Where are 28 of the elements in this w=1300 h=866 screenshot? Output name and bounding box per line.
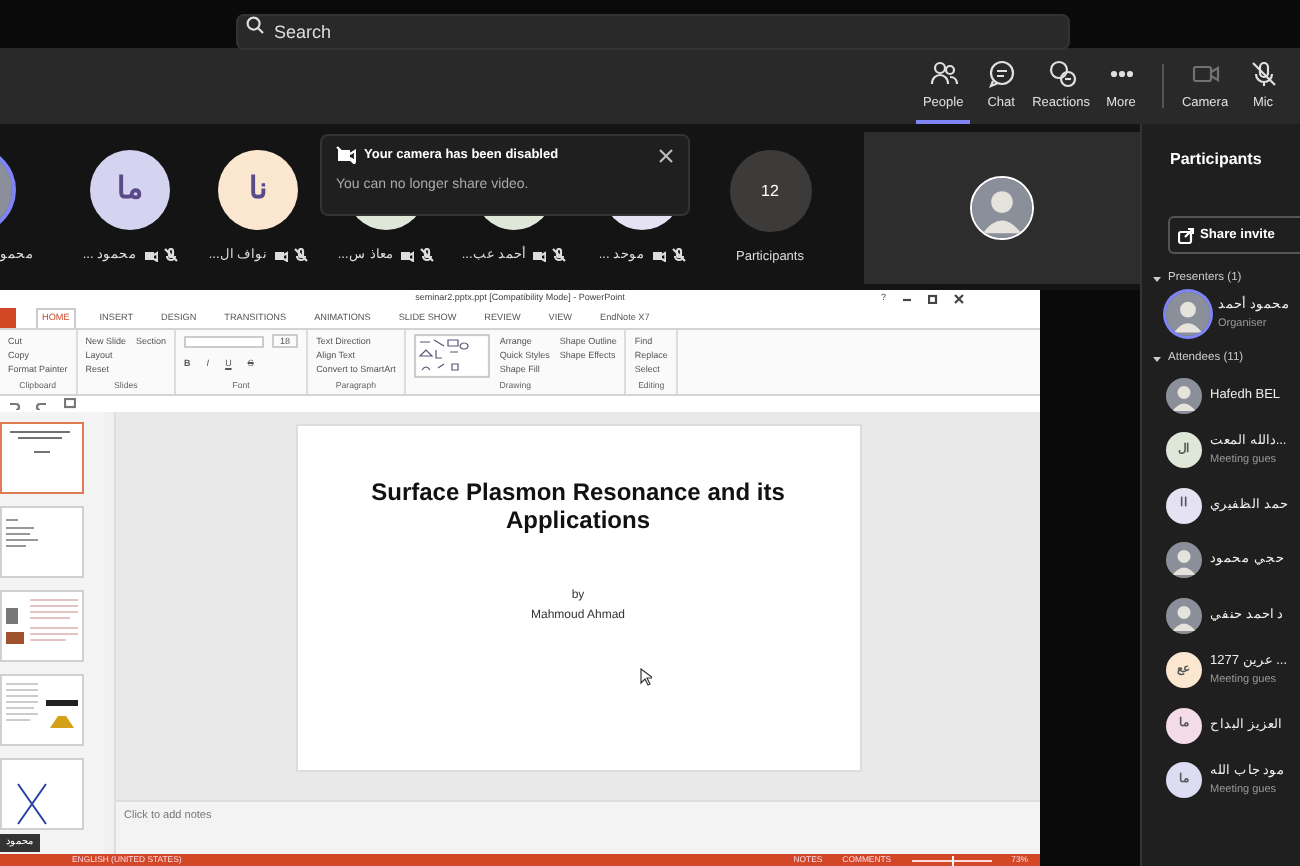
font-name-field[interactable] [184, 335, 265, 347]
cursor-icon [640, 668, 652, 686]
close-icon[interactable] [954, 293, 964, 304]
smiley-icon [1047, 60, 1076, 88]
slide-thumbnail[interactable] [0, 590, 84, 662]
avatar: ما [90, 150, 170, 230]
slide-thumbnail[interactable] [0, 674, 84, 746]
redo-icon[interactable] [36, 398, 48, 410]
avatar-photo [970, 176, 1034, 240]
camera-icon [1191, 60, 1219, 88]
shapes-gallery-drawing [413, 334, 490, 378]
people-icon [929, 60, 958, 88]
mic-off-icon [1249, 60, 1277, 88]
slide-title: Surface Plasmon Resonance and its Applications [369, 478, 787, 536]
chat-icon [987, 60, 1016, 88]
restore-icon[interactable] [928, 293, 938, 304]
participants-count[interactable]: 12 [729, 150, 811, 232]
share-icon [1178, 227, 1194, 243]
slideshow-icon[interactable] [64, 398, 76, 410]
slide-thumbnail[interactable] [0, 422, 84, 494]
search-field[interactable]: Search [236, 14, 1070, 50]
slide-thumbnail[interactable] [0, 758, 84, 830]
panel-title: Participants [1168, 148, 1264, 172]
undo-icon[interactable] [8, 398, 20, 410]
minimize-icon[interactable] [902, 293, 912, 304]
slide-thumbnail[interactable] [0, 506, 84, 578]
avatar: نا [218, 150, 298, 230]
search-icon [246, 15, 264, 33]
